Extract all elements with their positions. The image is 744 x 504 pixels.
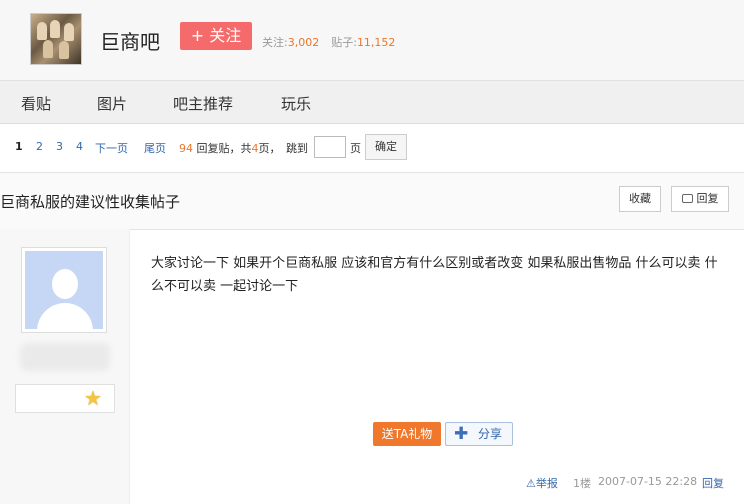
blurred-username [20, 343, 110, 371]
nav-item-posts[interactable]: 看贴 [21, 93, 51, 114]
nav-item-fun[interactable]: 玩乐 [281, 93, 311, 114]
avatar[interactable] [21, 247, 107, 333]
page-jump-confirm-button[interactable]: 确定 [365, 134, 407, 160]
forum-header: 巨商吧 + 关注 关注:3,002 贴子:11,152 [0, 0, 744, 81]
send-gift-button[interactable]: 送TA礼物 [373, 422, 441, 446]
report-label: 举报 [535, 477, 558, 490]
warning-icon: ⚠ [526, 477, 536, 490]
thread-title: 巨商私服的建议性收集帖子 [0, 193, 181, 211]
report-link[interactable]: ⚠举报 [526, 475, 558, 491]
post-timestamp: 2007-07-15 22:28 [598, 475, 698, 488]
next-page-link[interactable]: 下一页 [95, 140, 128, 156]
page-total: 4 [251, 142, 259, 155]
follow-button[interactable]: + 关注 [180, 22, 252, 50]
forum-logo[interactable] [30, 13, 82, 65]
reply-button[interactable]: 回复 [671, 186, 729, 212]
posts-label: 贴子: [331, 36, 357, 49]
last-page-link[interactable]: 尾页 [144, 140, 166, 156]
floor-number: 1楼 [573, 477, 591, 490]
collect-button[interactable]: 收藏 [619, 186, 661, 212]
default-avatar-icon [25, 251, 103, 329]
share-button-label: 分享 [478, 427, 503, 441]
forum-stats: 关注:3,002 贴子:11,152 [262, 34, 395, 50]
page-suffix: 页 [350, 142, 361, 155]
pagination: 1 2 3 4 下一页 尾页 94 回复贴，共4页， 跳到 页 确定 [0, 134, 744, 164]
star-icon: ★ [84, 386, 102, 410]
followers-label: 关注: [262, 36, 288, 49]
page-link-3[interactable]: 3 [56, 140, 63, 153]
nav-item-images[interactable]: 图片 [97, 93, 127, 114]
author-sidebar: ★ [0, 229, 130, 504]
post-reply-link[interactable]: 回复 [702, 475, 724, 491]
jump-label: 跳到 [286, 142, 308, 155]
comment-icon [681, 193, 693, 203]
user-level-box: ★ [15, 384, 115, 413]
reply-count: 94 [179, 142, 193, 155]
reply-button-label: 回复 [696, 192, 719, 205]
page-jump-input[interactable] [314, 136, 346, 158]
reply-summary: 94 回复贴，共4页， [179, 140, 281, 156]
page-link-1: 1 [15, 140, 23, 153]
forum-name[interactable]: 巨商吧 [100, 26, 160, 55]
page-link-4[interactable]: 4 [76, 140, 83, 153]
posts-count: 11,152 [356, 36, 396, 49]
reply-summary-label: 回复贴，共 [196, 142, 252, 155]
followers-count: 3,002 [287, 36, 320, 49]
nav-item-recommended[interactable]: 吧主推荐 [173, 93, 233, 114]
post-content: 大家讨论一下 如果开个巨商私服 应该和官方有什么区别或者改变 如果私服出售物品 … [151, 256, 718, 294]
page-unit: 页， [258, 142, 281, 155]
plus-icon: ✚ [454, 424, 469, 444]
forum-nav: 看贴 图片 吧主推荐 玩乐 [0, 81, 744, 124]
thread-title-bar: 巨商私服的建议性收集帖子 收藏 回复 [0, 172, 744, 230]
share-button[interactable]: ✚ 分享 [445, 422, 513, 446]
page-link-2[interactable]: 2 [36, 140, 43, 153]
